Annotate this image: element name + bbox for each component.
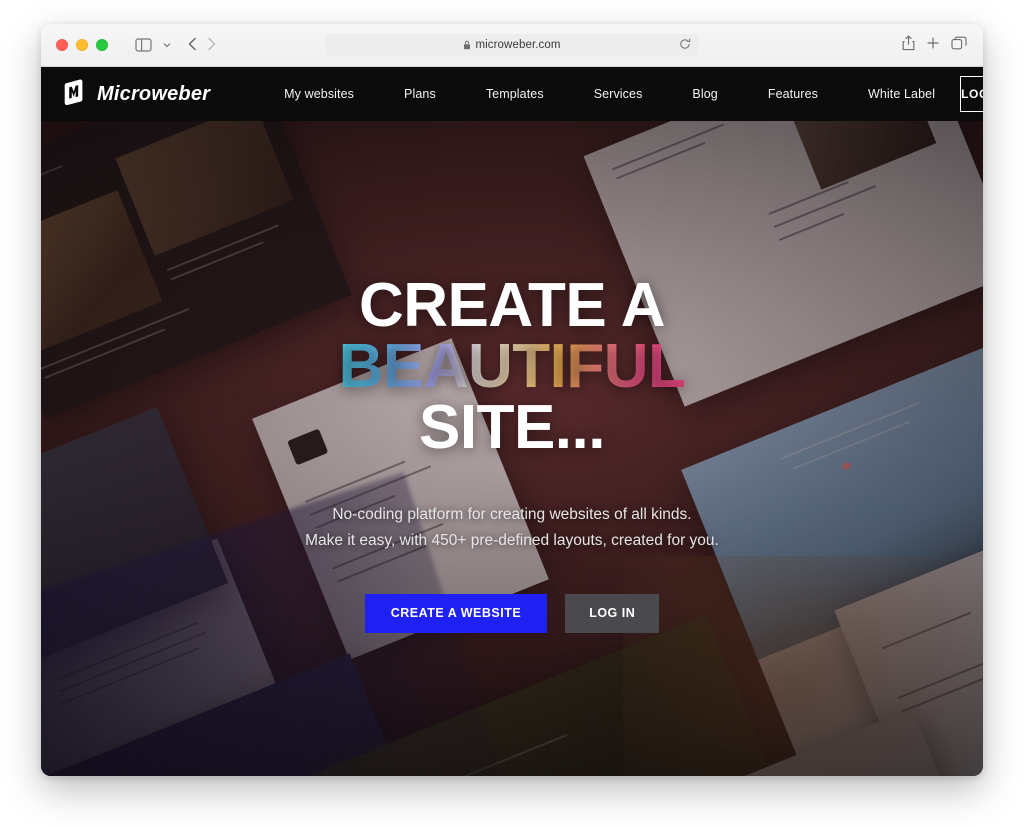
toolbar-right-controls (902, 34, 967, 56)
hero-headline: CREATE A BEAUTIFUL SITE... (338, 271, 686, 462)
subtitle-line-2: Make it easy, with 450+ pre-defined layo… (305, 531, 719, 549)
sidebar-icon[interactable] (130, 33, 156, 57)
chevron-left-icon[interactable] (188, 37, 197, 54)
subtitle-line-1: No-coding platform for creating websites… (332, 506, 692, 524)
headline-line-1: CREATE A (358, 271, 665, 340)
chevron-right-icon[interactable] (207, 37, 216, 54)
hero-content: CREATE A BEAUTIFUL SITE... No-coding pla… (41, 121, 983, 776)
site-navbar: Microweber My websites Plans Templates S… (41, 67, 983, 121)
nav-item-plans[interactable]: Plans (379, 87, 461, 101)
nav-item-blog[interactable]: Blog (667, 87, 742, 101)
create-a-website-button[interactable]: CREATE A WEBSITE (364, 593, 548, 633)
browser-toolbar: microweber.com (41, 24, 983, 67)
log-in-button[interactable]: LOG IN (565, 593, 660, 633)
nav-item-features[interactable]: Features (743, 87, 843, 101)
toolbar-left-controls (130, 33, 174, 57)
minimize-window-button[interactable] (76, 39, 88, 51)
close-window-button[interactable] (56, 39, 68, 51)
nav-item-white-label[interactable]: White Label (843, 87, 960, 101)
tab-overview-icon[interactable] (951, 36, 967, 55)
lock-icon (463, 40, 471, 50)
brand-logo[interactable]: Microweber (62, 78, 210, 110)
hero-subtitle: No-coding platform for creating websites… (305, 502, 719, 553)
headline-line-2-gradient: BEAUTIFUL (338, 331, 686, 401)
hero-section: CREATE A BEAUTIFUL SITE... No-coding pla… (41, 121, 983, 776)
main-navigation: My websites Plans Templates Services Blo… (259, 87, 960, 101)
address-bar[interactable]: microweber.com (325, 33, 699, 57)
chevron-down-icon[interactable] (159, 33, 174, 57)
headline-line-3: SITE... (419, 392, 605, 462)
brand-name: Microweber (97, 82, 211, 105)
traffic-lights (56, 39, 108, 51)
url-text: microweber.com (475, 39, 561, 51)
nav-item-templates[interactable]: Templates (461, 87, 569, 101)
plus-icon[interactable] (926, 36, 940, 55)
navigation-arrows (188, 37, 216, 54)
browser-window: microweber.com Microweber My websites Pl… (41, 24, 983, 776)
microweber-cube-logo-icon (62, 78, 88, 110)
nav-item-my-websites[interactable]: My websites (259, 87, 379, 101)
share-icon[interactable] (902, 34, 915, 56)
reload-icon[interactable] (679, 38, 691, 53)
login-button[interactable]: LOGIN (960, 76, 983, 112)
nav-item-services[interactable]: Services (569, 87, 668, 101)
hero-cta-row: CREATE A WEBSITE LOG IN (364, 593, 660, 633)
zoom-window-button[interactable] (96, 39, 108, 51)
